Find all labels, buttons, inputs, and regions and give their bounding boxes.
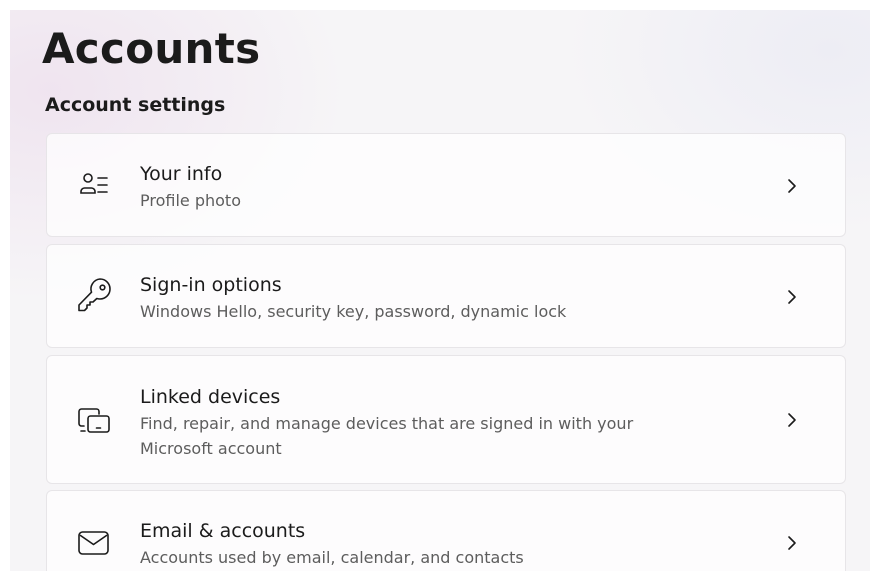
sign-in-options-card[interactable]: Sign-in options Windows Hello, security … bbox=[46, 244, 846, 348]
email-accounts-title: Email & accounts bbox=[140, 520, 306, 542]
email-accounts-card[interactable]: Email & accounts Accounts used by email,… bbox=[46, 490, 846, 571]
key-icon bbox=[74, 276, 114, 316]
your-info-title: Your info bbox=[140, 163, 223, 185]
sign-in-options-title: Sign-in options bbox=[140, 274, 282, 296]
chevron-right-icon bbox=[782, 287, 802, 307]
person-list-icon bbox=[74, 165, 114, 205]
chevron-right-icon bbox=[782, 410, 802, 430]
section-title: Account settings bbox=[45, 94, 226, 116]
your-info-subtitle: Profile photo bbox=[140, 191, 241, 210]
sign-in-options-text: Sign-in options Windows Hello, security … bbox=[140, 272, 740, 324]
linked-devices-title: Linked devices bbox=[140, 386, 281, 408]
linked-devices-text: Linked devices Find, repair, and manage … bbox=[140, 384, 740, 461]
envelope-icon bbox=[74, 523, 114, 563]
linked-devices-subtitle: Find, repair, and manage devices that ar… bbox=[140, 414, 634, 458]
page-title: Accounts bbox=[42, 24, 261, 73]
your-info-text: Your info Profile photo bbox=[140, 161, 740, 213]
linked-devices-icon bbox=[74, 400, 114, 440]
email-accounts-subtitle: Accounts used by email, calendar, and co… bbox=[140, 548, 524, 567]
chevron-right-icon bbox=[782, 176, 802, 196]
linked-devices-card[interactable]: Linked devices Find, repair, and manage … bbox=[46, 355, 846, 484]
sign-in-options-subtitle: Windows Hello, security key, password, d… bbox=[140, 302, 567, 321]
your-info-card[interactable]: Your info Profile photo bbox=[46, 133, 846, 237]
email-accounts-text: Email & accounts Accounts used by email,… bbox=[140, 518, 740, 570]
settings-window: Accounts Account settings Your info Prof… bbox=[10, 10, 870, 571]
chevron-right-icon bbox=[782, 533, 802, 553]
